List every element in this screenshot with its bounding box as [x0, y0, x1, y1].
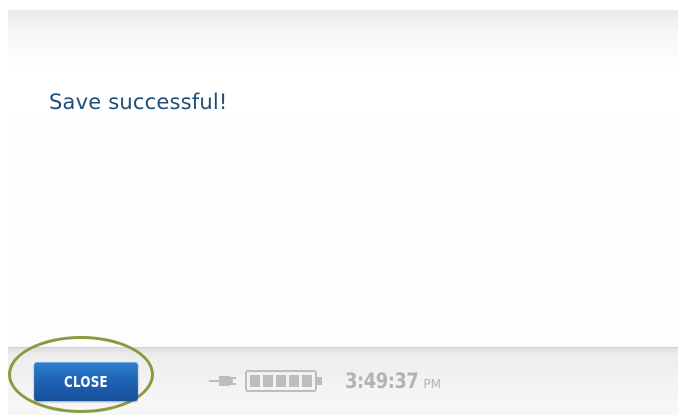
- bottom-bar: CLOSE 3:49:37 PM: [8, 336, 678, 415]
- battery-icon: [245, 370, 322, 392]
- close-button[interactable]: CLOSE: [34, 362, 138, 401]
- clock-ampm: PM: [423, 377, 441, 391]
- battery-cell: [250, 375, 260, 387]
- status-area: 3:49:37 PM: [209, 368, 441, 394]
- battery-cell: [263, 375, 273, 387]
- status-message: Save successful!: [49, 90, 228, 114]
- screen: Save successful! CLOSE 3:49:37 PM: [0, 0, 678, 415]
- dialog-panel: Save successful!: [8, 10, 678, 348]
- battery-cell: [302, 375, 312, 387]
- battery-cell: [289, 375, 299, 387]
- plug-icon: [209, 376, 236, 386]
- clock-time: 3:49:37: [345, 369, 419, 393]
- clock: 3:49:37 PM: [345, 369, 441, 393]
- battery-cell: [276, 375, 286, 387]
